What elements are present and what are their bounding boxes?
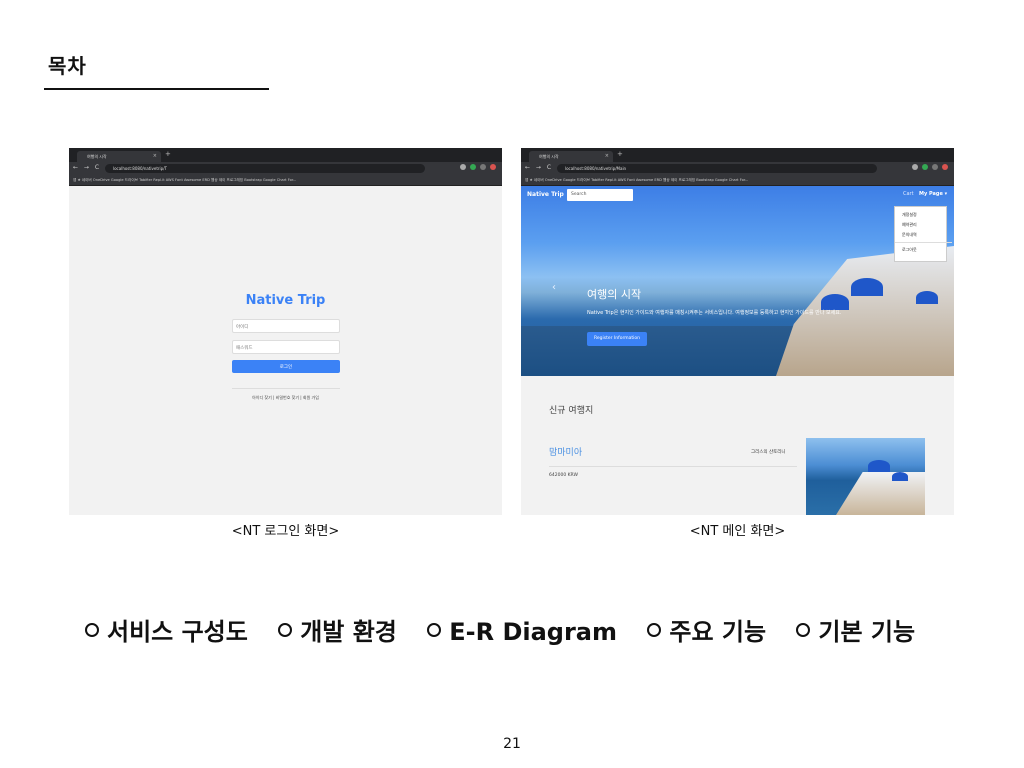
title-underline <box>44 88 269 90</box>
browser-nav-icons[interactable]: ← → C <box>525 164 553 171</box>
browser-tab[interactable]: 여행의 시작 × <box>77 151 161 162</box>
carousel-prev-icon[interactable]: ‹ <box>552 282 556 293</box>
extension-icons <box>460 164 496 170</box>
toc-item-label: 서비스 구성도 <box>107 618 248 646</box>
cart-link[interactable]: Cart <box>903 191 914 197</box>
toc-item-label: 개발 환경 <box>300 618 397 646</box>
browser-address-bar: ← → C localhost:8080/nativetrip/Main <box>521 162 954 175</box>
bullet-icon <box>85 623 99 637</box>
section-title: 신규 여행지 <box>549 406 594 416</box>
menu-divider <box>895 242 952 243</box>
destination-image[interactable] <box>806 438 925 515</box>
login-caption: <NT 로그인 화면> <box>231 524 340 539</box>
close-tab-icon[interactable]: × <box>605 153 609 159</box>
toc-item-dev-environment[interactable]: 개발 환경 <box>278 612 397 647</box>
extension-icon[interactable] <box>470 164 476 170</box>
bullet-icon <box>427 623 442 637</box>
toc-item-basic-features[interactable]: 기본 기능 <box>796 612 915 647</box>
bullet-icon <box>647 623 662 637</box>
hero-title: 여행의 시작 <box>587 288 642 301</box>
site-logo[interactable]: Native Trip <box>527 191 564 198</box>
star-icon[interactable] <box>912 164 918 170</box>
browser-tab-title: 여행의 시작 <box>87 154 107 159</box>
slide-title: 목차 <box>48 54 87 78</box>
blue-dome <box>851 278 883 296</box>
password-input[interactable]: 패스워드 <box>232 340 340 354</box>
id-input[interactable]: 아이디 <box>232 319 340 333</box>
page-number: 21 <box>503 736 521 752</box>
login-screenshot: 여행의 시작 × + ← → C localhost:8080/nativetr… <box>69 148 502 515</box>
main-screenshot: 여행의 시작 × + ← → C localhost:8080/nativetr… <box>521 148 954 515</box>
new-tab-icon[interactable]: + <box>617 150 623 158</box>
blue-dome <box>821 294 849 310</box>
menu-item-logout[interactable]: 로그아웃 <box>902 245 946 255</box>
new-tab-icon[interactable]: + <box>165 150 171 158</box>
profile-avatar-icon[interactable] <box>942 164 948 170</box>
url-field[interactable]: localhost:8080/nativetrip/T <box>105 164 425 173</box>
extension-icons <box>912 164 948 170</box>
destination-price: 642000 KRW <box>549 473 578 478</box>
toc-item-label: 주요 기능 <box>669 618 767 646</box>
main-caption: <NT 메인 화면> <box>689 524 786 539</box>
bookmarks-bar[interactable]: 앱 ★ 네이버 OneDrive Google 드라이브 Tabifier Re… <box>69 175 502 186</box>
menu-item-inquiries[interactable]: 문의내역 <box>902 230 946 240</box>
toc-navigation: 서비스 구성도 개발 환경 E-R Diagram 주요 기능 기본 기능 <box>85 612 937 647</box>
extension-icon[interactable] <box>932 164 938 170</box>
toc-item-main-features[interactable]: 주요 기능 <box>647 612 766 647</box>
site-navbar: Native Trip Search Cart My Page ▾ <box>521 186 954 204</box>
bullet-icon <box>796 623 811 637</box>
toc-item-service-architecture[interactable]: 서비스 구성도 <box>85 612 248 647</box>
register-information-button[interactable]: Register Information <box>587 332 647 346</box>
hero-banner: Native Trip Search Cart My Page ▾ 개정설정 예… <box>521 186 954 376</box>
bookmarks-bar[interactable]: 앱 ★ 네이버 OneDrive Google 드라이브 Tabifier Re… <box>521 175 954 186</box>
blue-dome <box>868 460 890 472</box>
menu-item-account[interactable]: 개정설정 <box>902 210 946 220</box>
menu-item-reservations[interactable]: 예약관리 <box>902 220 946 230</box>
bullet-icon <box>278 623 293 637</box>
my-page-dropdown[interactable]: My Page ▾ <box>919 191 947 197</box>
toc-item-er-diagram[interactable]: E-R Diagram <box>427 618 617 646</box>
destination-name[interactable]: 맘마미아 <box>549 445 582 458</box>
toc-item-label: 기본 기능 <box>818 618 916 646</box>
browser-address-bar: ← → C localhost:8080/nativetrip/T <box>69 162 502 175</box>
extension-icon[interactable] <box>922 164 928 170</box>
account-links[interactable]: 아이디 찾기 | 비밀번호 찾기 | 회원 가입 <box>69 395 502 401</box>
browser-nav-icons[interactable]: ← → C <box>73 164 101 171</box>
hero-description: Native Trip은 현지인 가이드와 여행자를 매칭시켜주는 서비스입니다… <box>587 310 842 316</box>
card-divider <box>549 466 797 467</box>
profile-avatar-icon[interactable] <box>490 164 496 170</box>
extension-icon[interactable] <box>480 164 486 170</box>
browser-tab-title: 여행의 시작 <box>539 154 559 159</box>
blue-dome <box>916 291 938 304</box>
url-field[interactable]: localhost:8080/nativetrip/Main <box>557 164 877 173</box>
santorini-town <box>836 472 925 515</box>
destination-region: 그리스의 산토리니 <box>751 450 786 455</box>
search-input[interactable]: Search <box>567 189 633 201</box>
login-button[interactable]: 로그인 <box>232 360 340 373</box>
star-icon[interactable] <box>460 164 466 170</box>
login-divider <box>232 388 340 389</box>
toc-item-label: E-R Diagram <box>449 618 618 646</box>
browser-tab[interactable]: 여행의 시작 × <box>529 151 613 162</box>
blue-dome <box>892 472 908 481</box>
close-tab-icon[interactable]: × <box>153 153 157 159</box>
login-logo: Native Trip <box>245 293 326 308</box>
my-page-menu: 개정설정 예약관리 문의내역 로그아웃 <box>894 206 952 262</box>
browser-tab-bar: 여행의 시작 × + <box>69 148 502 162</box>
browser-tab-bar: 여행의 시작 × + <box>521 148 954 162</box>
